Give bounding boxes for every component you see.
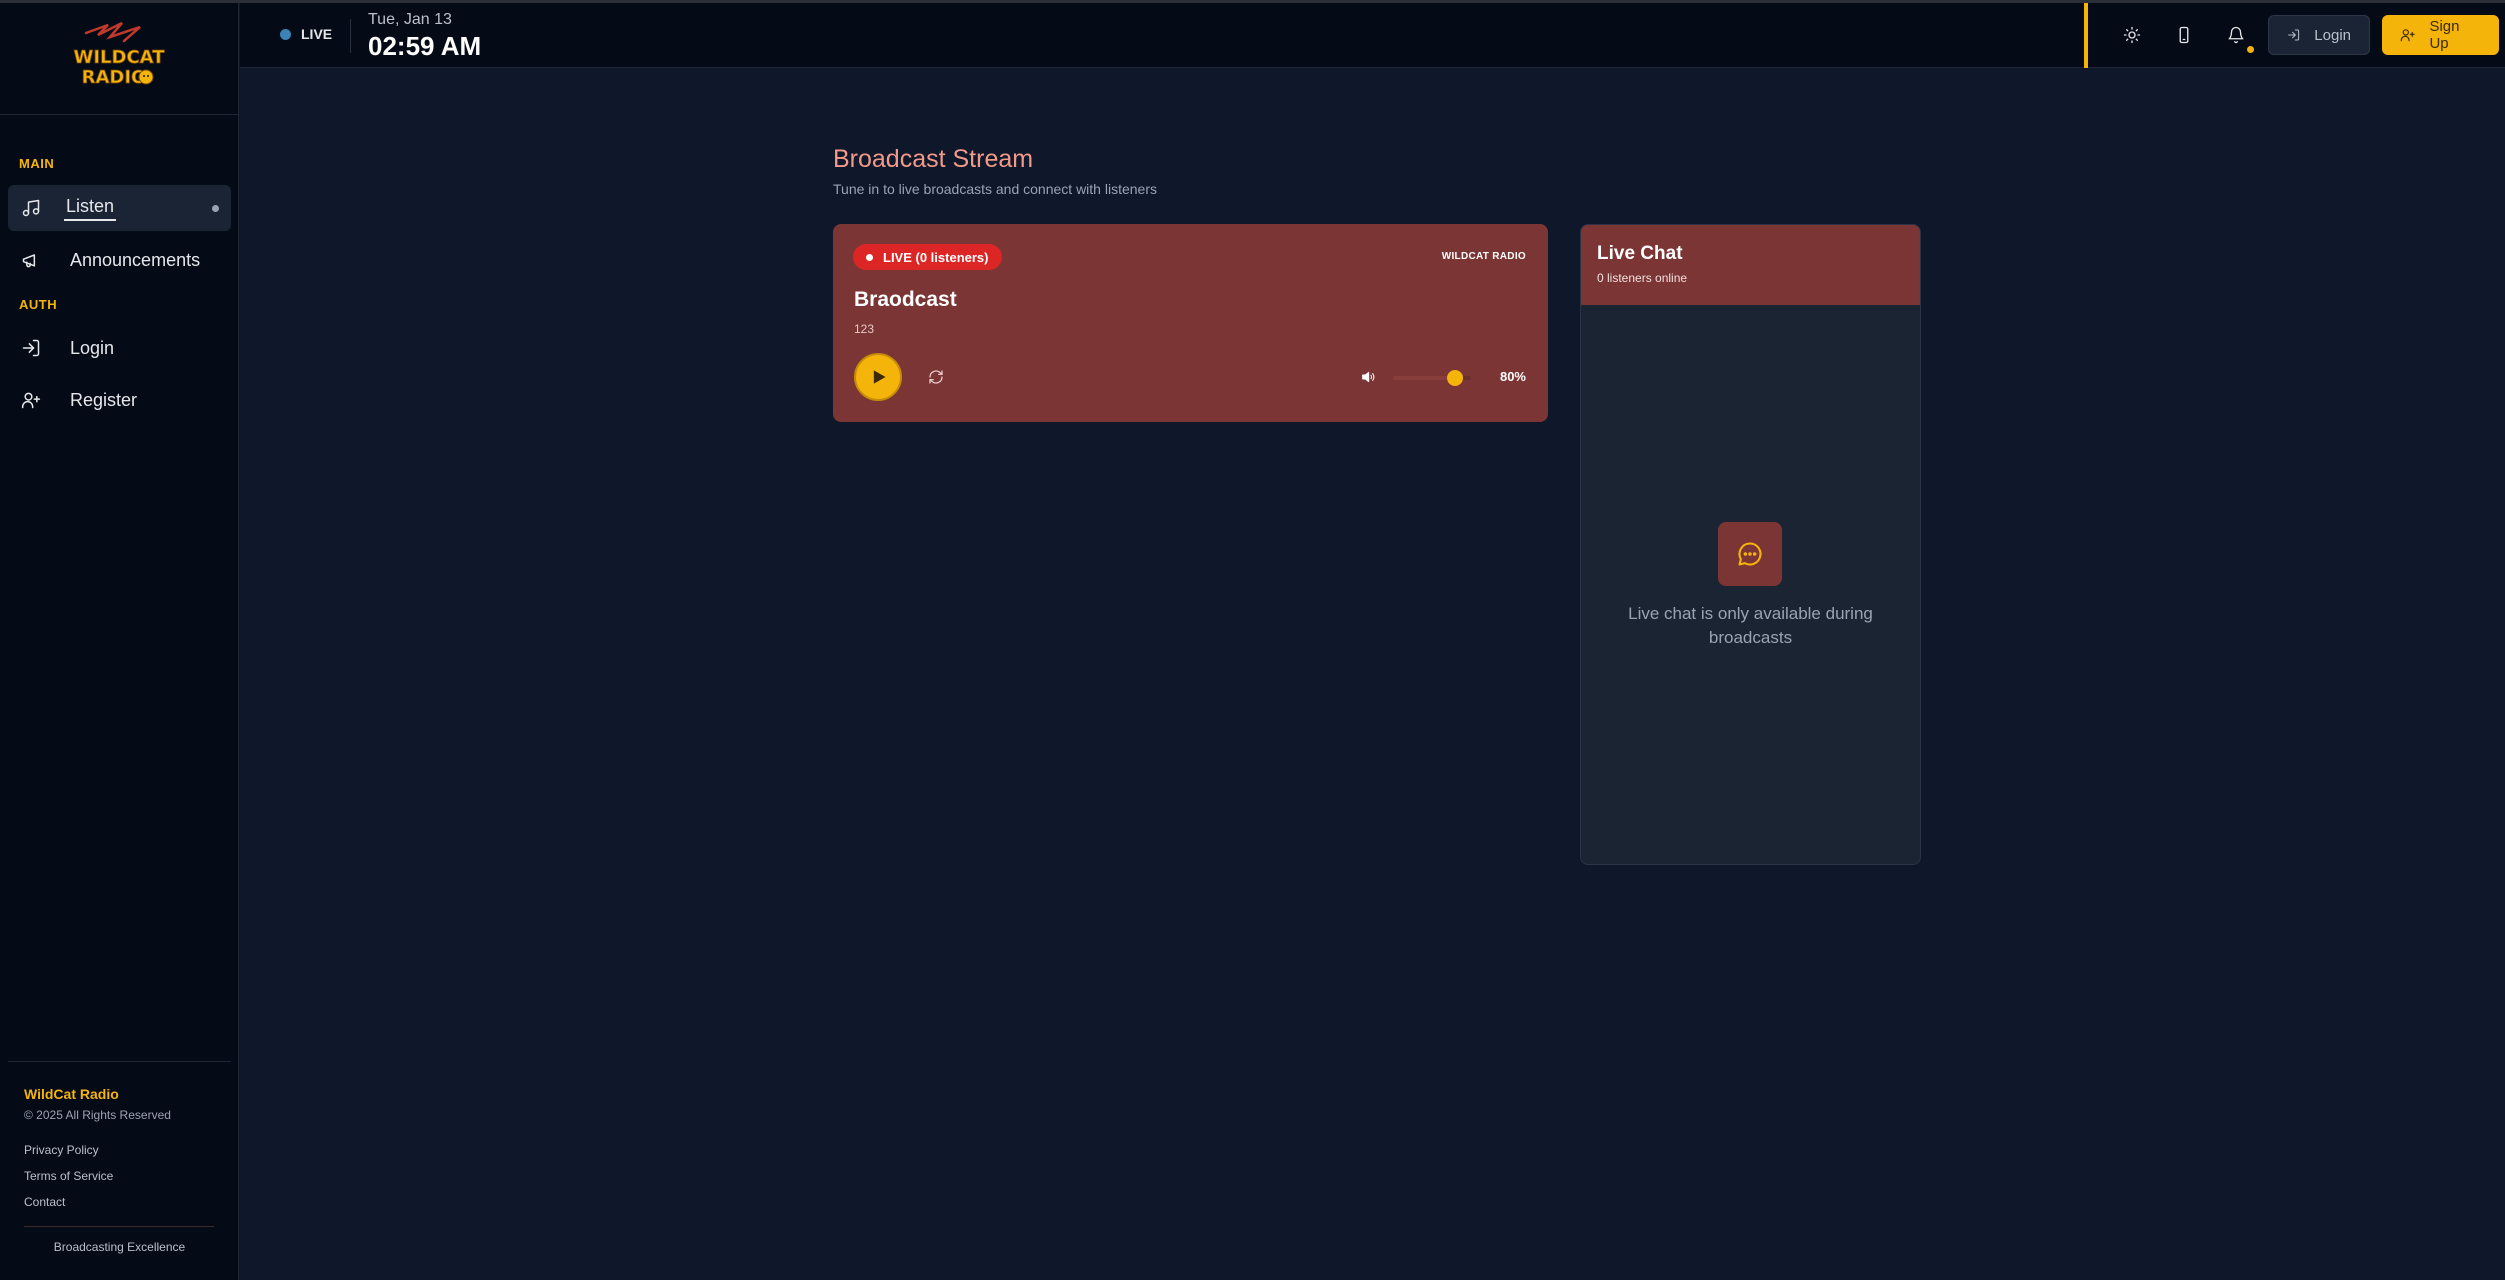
live-chat-header: Live Chat 0 listeners online — [1581, 225, 1920, 305]
wildcat-radio-logo: WILDCAT RADIO — [73, 21, 166, 88]
chat-unavailable-message: Live chat is only available during broad… — [1628, 604, 1873, 647]
listeners-online-count: 0 listeners online — [1597, 271, 1688, 285]
bell-icon — [2228, 26, 2244, 44]
live-chat-panel: Live Chat 0 listeners online Live chat i… — [1580, 224, 1921, 865]
active-indicator-dot — [212, 205, 219, 212]
notifications-button[interactable] — [2224, 23, 2254, 53]
sidebar-item-announcements[interactable]: Announcements — [8, 237, 231, 283]
login-button-label: Login — [2314, 26, 2351, 44]
sidebar-item-label: Announcements — [70, 249, 201, 270]
login-button[interactable]: Login — [2268, 15, 2370, 55]
mute-toggle-button[interactable] — [1357, 366, 1379, 388]
volume-slider-thumb[interactable] — [1447, 370, 1464, 386]
live-label: LIVE — [301, 26, 333, 42]
sign-up-button[interactable]: Sign Up — [2382, 15, 2499, 55]
sidebar-item-label: Listen — [64, 196, 117, 221]
sign-up-button-label: Sign Up — [2429, 18, 2460, 52]
footer-tagline: Broadcasting Excellence — [53, 1240, 186, 1254]
login-icon — [2288, 29, 2300, 41]
broadcast-title: Braodcast — [854, 288, 957, 311]
header-date: Tue, Jan 13 — [368, 11, 452, 28]
volume-percent-label: 80% — [1499, 369, 1526, 384]
section-label-auth: AUTH — [19, 297, 58, 312]
sidebar-item-listen[interactable]: Listen — [8, 185, 231, 231]
header-time: 02:59 AM — [368, 31, 482, 61]
live-listeners-badge: LIVE (0 listeners) — [853, 244, 1003, 270]
footer-divider — [24, 1226, 214, 1227]
sidebar-item-label: Register — [70, 389, 138, 410]
sidebar-item-label: Login — [70, 337, 115, 358]
megaphone-icon — [20, 249, 42, 271]
user-plus-icon — [20, 389, 42, 411]
sun-icon — [2123, 26, 2141, 44]
play-button[interactable] — [854, 353, 902, 401]
refresh-stream-button[interactable] — [925, 366, 947, 388]
page-title: Broadcast Stream — [833, 145, 1034, 173]
sidebar-footer: WildCat Radio © 2025 All Rights Reserved… — [8, 1061, 231, 1254]
theme-toggle-button[interactable] — [2120, 23, 2144, 47]
contact-link[interactable]: Contact — [24, 1195, 65, 1209]
sidebar-item-login[interactable]: Login — [8, 325, 231, 371]
svg-text:RADIO: RADIO — [82, 67, 147, 88]
user-plus-icon — [2400, 29, 2415, 42]
login-icon — [20, 337, 42, 359]
notification-dot — [2247, 46, 2254, 53]
footer-copyright: © 2025 All Rights Reserved — [24, 1108, 171, 1122]
live-dot — [280, 28, 291, 40]
chat-bubble-icon — [1718, 522, 1782, 586]
terms-of-service-link[interactable]: Terms of Service — [24, 1169, 113, 1183]
top-header: LIVE Tue, Jan 13 02:59 AM Login Sign Up — [240, 3, 2505, 68]
volume-icon — [1362, 371, 1375, 383]
station-brand-label: WILDCAT RADIO — [1441, 251, 1526, 262]
svg-text:WILDCAT: WILDCAT — [74, 47, 166, 68]
volume-slider-fill — [1393, 376, 1456, 380]
broadcast-player-card: LIVE (0 listeners) WILDCAT RADIO Braodca… — [833, 224, 1548, 422]
phone-icon — [2179, 26, 2189, 44]
footer-brand: WildCat Radio — [24, 1086, 119, 1102]
logo-area[interactable]: WILDCAT RADIO — [0, 3, 238, 115]
sidebar-item-register[interactable]: Register — [8, 377, 231, 423]
live-indicator: LIVE — [280, 26, 332, 42]
page-subtitle: Tune in to live broadcasts and connect w… — [833, 181, 1157, 197]
broadcast-subtitle: 123 — [854, 322, 875, 336]
play-icon — [873, 370, 886, 384]
mobile-app-button[interactable] — [2172, 23, 2196, 47]
volume-slider[interactable] — [1393, 370, 1471, 386]
section-label-main: MAIN — [19, 156, 55, 171]
sidebar: WILDCAT RADIO MAIN Listen Announcements … — [0, 3, 239, 1280]
refresh-icon — [929, 370, 943, 384]
header-divider — [350, 19, 351, 53]
privacy-policy-link[interactable]: Privacy Policy — [24, 1143, 99, 1157]
header-accent-bar — [2084, 3, 2088, 68]
live-chat-title: Live Chat — [1597, 243, 1683, 264]
music-note-icon — [20, 197, 42, 219]
